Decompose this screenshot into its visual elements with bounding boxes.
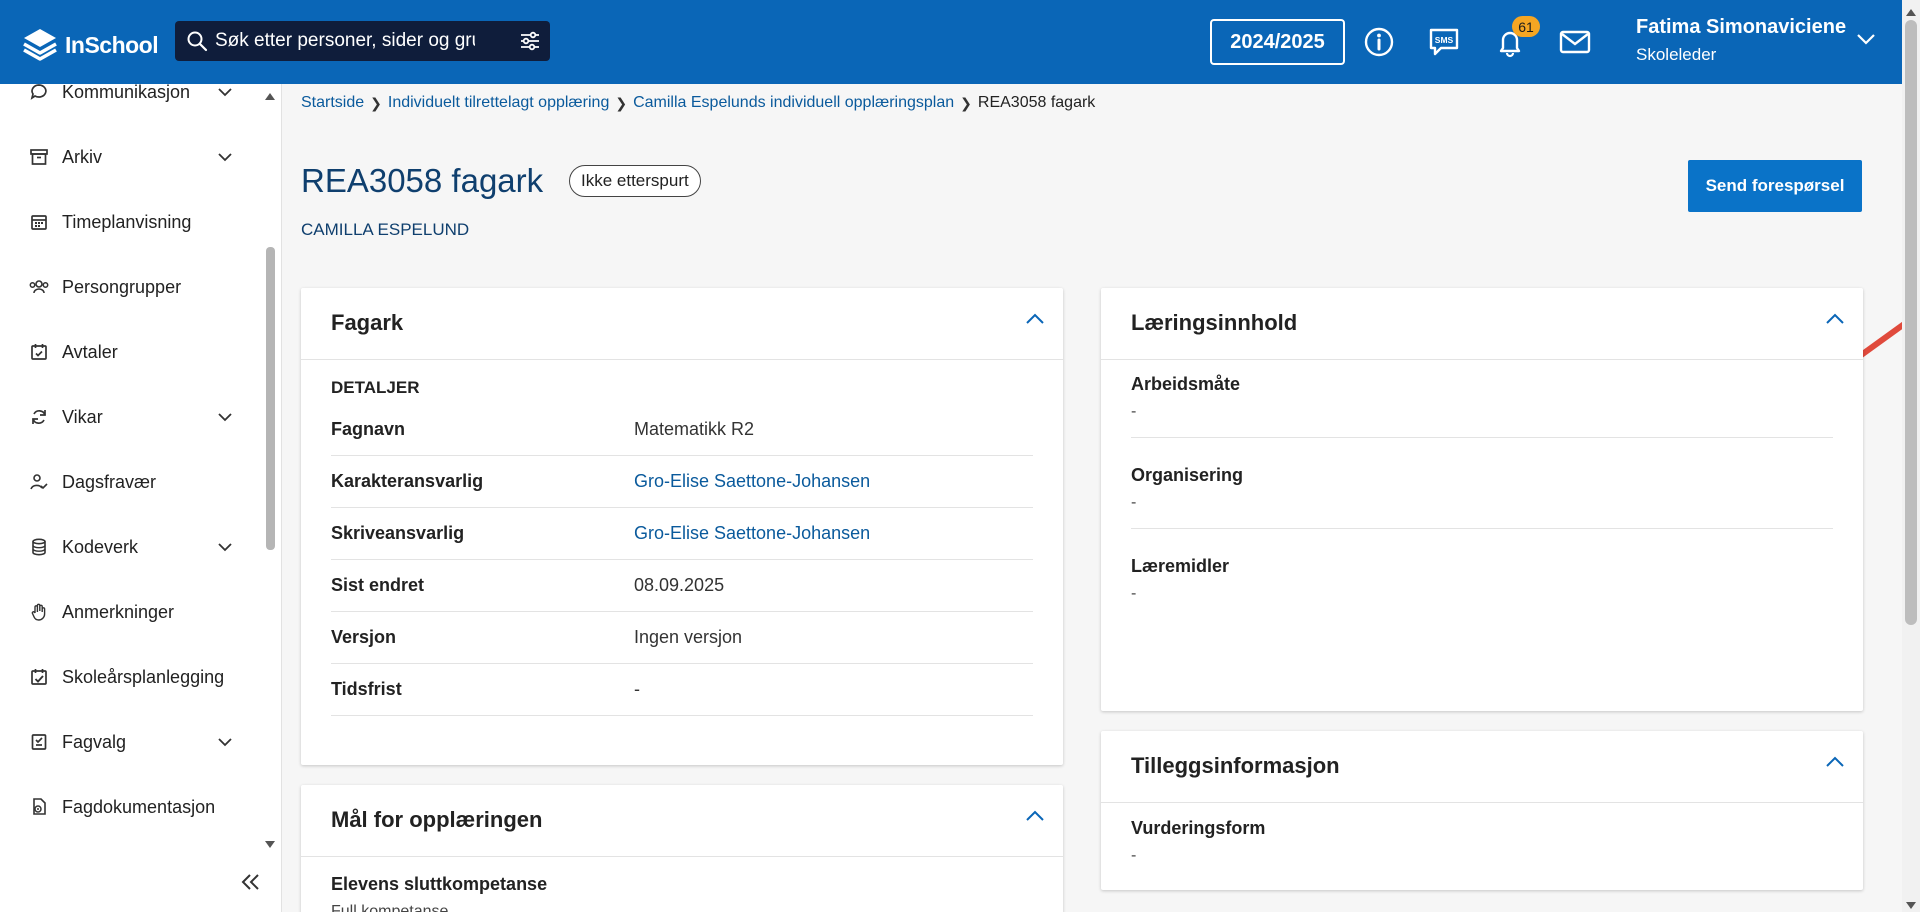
person-link[interactable]: Gro-Elise Saettone-Johansen [634,523,870,544]
card-title: Læringsinnhold [1131,310,1298,335]
chat-bubble-icon [28,81,50,103]
database-icon [28,536,50,558]
calendar-plan-icon [28,666,50,688]
breadcrumb-current: REA3058 fagark [977,94,1096,111]
chevron-down-icon[interactable] [217,410,233,428]
search-icon [185,29,209,53]
page-scrollbar-thumb[interactable] [1905,20,1917,625]
fagark-card: Fagark DETALJER Fagnavn Matematikk R2 Ka… [301,288,1063,765]
calendar-grid-icon [28,211,50,233]
card-header[interactable]: Læringsinnhold [1101,288,1863,360]
chevron-up-icon[interactable] [1025,312,1045,331]
chevron-down-icon[interactable] [217,735,233,753]
person-link[interactable]: Gro-Elise Saettone-Johansen [634,471,870,492]
card-title: Mål for opplæringen [331,807,543,832]
sidebar-scrollbar-thumb[interactable] [266,247,275,550]
status-badge: Ikke etterspurt [569,165,701,197]
school-year-selector[interactable]: 2024/2025 [1210,19,1345,65]
detail-row: Skriveansvarlig Gro-Elise Saettone-Johan… [331,508,1033,560]
person-check-icon [28,471,50,493]
info-item: Organisering - [1131,465,1833,529]
chevron-up-icon[interactable] [1825,312,1845,331]
info-item: Læremidler - [1131,556,1230,602]
search-bar[interactable] [175,21,550,61]
sidebar-item-kommunikasjon[interactable]: Kommunikasjon [28,77,233,107]
chevron-right-icon: ❯ [615,94,628,111]
sidebar-item-arkiv[interactable]: Arkiv [28,142,233,172]
chevron-up-icon[interactable] [1825,755,1845,774]
chevron-down-icon[interactable] [1856,32,1876,51]
scroll-up-arrow-icon[interactable] [264,88,276,106]
top-bar: InSchool 2024/2025 SMS 61 Fatima Simonav… [0,0,1902,84]
sidebar-item-vikar[interactable]: Vikar [28,402,233,432]
sidebar-item-dagsfravaer[interactable]: Dagsfravær [28,467,233,497]
tilleggsinformasjon-card: Tilleggsinformasjon Vurderingsform - [1101,731,1863,890]
breadcrumb-link-iop[interactable]: Camilla Espelunds individuell opplærings… [633,94,954,112]
sidebar-item-skolearsplanlegging[interactable]: Skoleårsplanlegging [28,662,233,692]
sidebar-item-anmerkninger[interactable]: Anmerkninger [28,597,233,627]
chevron-up-icon[interactable] [1025,809,1045,828]
refresh-arrows-icon [28,406,50,428]
detail-row: Sist endret 08.09.2025 [331,560,1033,612]
send-request-button[interactable]: Send forespørsel [1688,160,1862,212]
card-header[interactable]: Mål for opplæringen [301,785,1063,857]
sidebar-item-timeplanvisning[interactable]: Timeplanvisning [28,207,233,237]
detail-row: Karakteransvarlig Gro-Elise Saettone-Joh… [331,456,1033,508]
page-title: REA3058 fagark [301,162,544,199]
mail-icon[interactable] [1557,24,1593,60]
chevron-down-icon[interactable] [217,150,233,168]
document-gear-icon [28,796,50,818]
info-item: Elevens sluttkompetanse Full kompetanse [331,874,548,912]
logo-stack-icon [23,29,57,61]
search-input[interactable] [215,30,475,52]
card-title: Tilleggsinformasjon [1131,753,1340,778]
breadcrumb: Startside ❯ Individuelt tilrettelagt opp… [301,94,1095,112]
svg-text:SMS: SMS [1435,35,1454,45]
card-header[interactable]: Tilleggsinformasjon [1101,731,1863,803]
breadcrumb-link-startside[interactable]: Startside [301,94,364,112]
breadcrumb-link-ito[interactable]: Individuelt tilrettelagt opplæring [388,94,609,112]
chevron-right-icon: ❯ [370,94,382,111]
detail-row: Tidsfrist - [331,664,1033,716]
notification-badge: 61 [1512,16,1540,37]
user-role: Skoleleder [1636,45,1717,64]
student-name: CAMILLA ESPELUND [301,220,470,239]
card-title: Fagark [331,310,404,335]
calendar-check-icon [28,341,50,363]
info-item: Arbeidsmåte - [1131,374,1833,438]
maal-card: Mål for opplæringen Elevens sluttkompeta… [301,785,1063,912]
detail-row: Fagnavn Matematikk R2 [331,404,1033,456]
sidebar-item-kodeverk[interactable]: Kodeverk [28,532,233,562]
scroll-down-arrow-icon[interactable] [1905,898,1917,912]
user-menu[interactable]: Fatima Simonaviciene Skoleleder [1636,16,1846,65]
scroll-down-arrow-icon[interactable] [264,837,276,855]
user-name: Fatima Simonaviciene [1636,16,1847,38]
sidebar-item-persongrupper[interactable]: Persongrupper [28,272,233,302]
chevron-down-icon[interactable] [217,540,233,558]
sms-icon[interactable]: SMS [1426,24,1462,60]
chevron-right-icon: ❯ [960,94,972,111]
scroll-up-arrow-icon[interactable] [1905,4,1917,22]
logo-text: InSchool [65,31,159,58]
laeringsinnhold-card: Læringsinnhold Arbeidsmåte - Organiserin… [1101,288,1863,711]
card-header[interactable]: Fagark [301,288,1063,360]
section-label: DETALJER [331,378,420,397]
archive-box-icon [28,146,50,168]
checklist-box-icon [28,731,50,753]
info-item: Vurderingsform - [1131,818,1266,864]
hand-stop-icon [28,601,50,623]
sidebar: Kommunikasjon Arkiv Timeplanvisning Pers… [0,82,282,912]
info-icon[interactable] [1361,24,1397,60]
chevron-down-icon[interactable] [217,85,233,103]
detail-row: Versjon Ingen versjon [331,612,1033,664]
inschool-logo[interactable]: InSchool [21,27,159,63]
main-content: Startside ❯ Individuelt tilrettelagt opp… [282,84,1920,912]
sidebar-item-fagdokumentasjon[interactable]: Fagdokumentasjon [28,792,233,822]
sidebar-item-fagvalg[interactable]: Fagvalg [28,727,233,757]
filter-sliders-icon[interactable] [518,29,542,58]
collapse-sidebar-icon[interactable] [240,872,262,897]
sidebar-item-avtaler[interactable]: Avtaler [28,337,233,367]
people-group-icon [28,276,50,298]
